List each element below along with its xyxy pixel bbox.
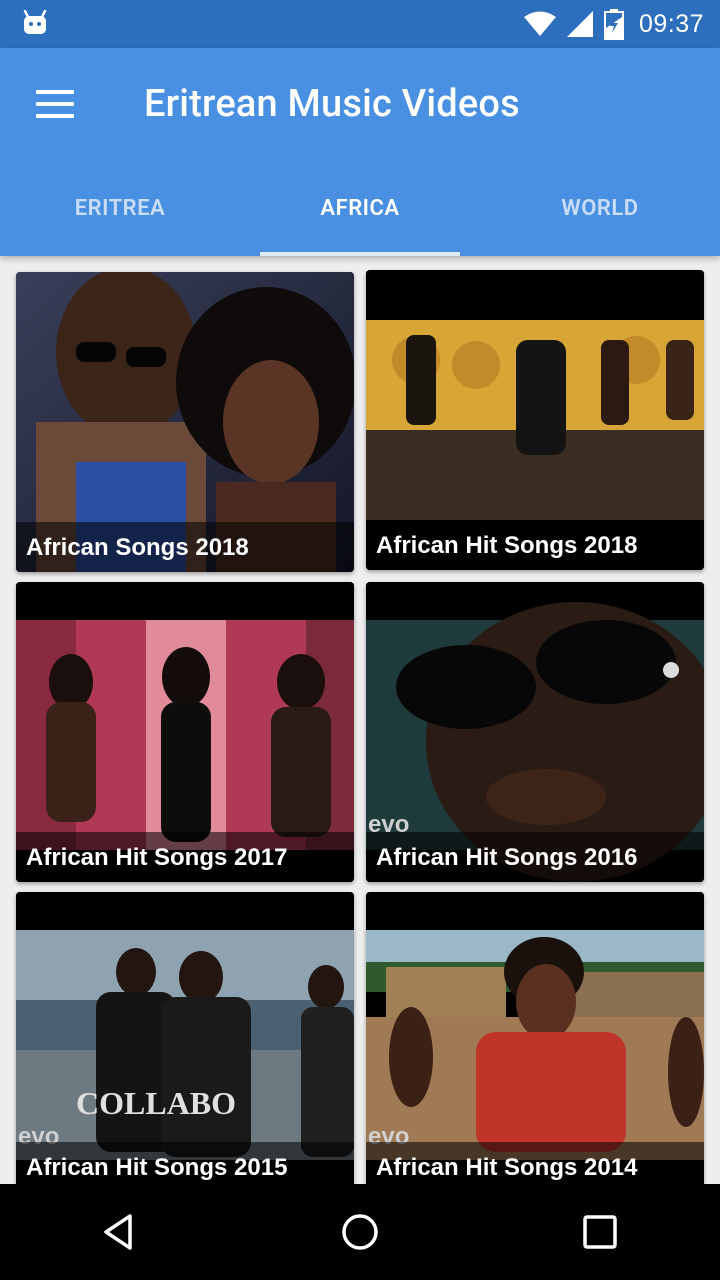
menu-button[interactable] — [24, 80, 88, 128]
android-icon — [23, 10, 47, 34]
video-card[interactable]: evo African Hit Songs 2016 — [366, 582, 704, 882]
app-bar: Eritrean Music Videos ERITREA AFRICA WOR… — [0, 48, 720, 256]
back-button[interactable] — [72, 1184, 168, 1280]
video-title: African Hit Songs 2015 — [16, 1142, 354, 1184]
video-grid: African Songs 2018 African Hit Songs 201… — [0, 256, 720, 1184]
video-thumbnail: evo — [366, 892, 704, 1184]
video-card[interactable]: evo African Hit Songs 2014 — [366, 892, 704, 1184]
status-icons: 09:37 — [523, 8, 704, 40]
signal-icon — [566, 11, 593, 37]
recents-icon — [583, 1215, 617, 1249]
home-button[interactable] — [312, 1184, 408, 1280]
svg-text:COLLABO: COLLABO — [76, 1085, 236, 1121]
video-title: African Hit Songs 2017 — [16, 832, 354, 882]
video-title: African Hit Songs 2014 — [366, 1142, 704, 1184]
navigation-bar — [0, 1184, 720, 1280]
wifi-icon — [523, 11, 556, 36]
video-thumbnail: COLLABO evo — [16, 892, 354, 1184]
menu-icon — [36, 102, 74, 106]
video-title: African Songs 2018 — [16, 522, 354, 572]
video-card[interactable]: African Songs 2018 — [16, 272, 354, 572]
video-card[interactable]: COLLABO evo African Hit Songs 2015 — [16, 892, 354, 1184]
clock: 09:37 — [638, 9, 704, 38]
video-title: African Hit Songs 2018 — [366, 520, 704, 570]
recents-button[interactable] — [552, 1184, 648, 1280]
video-title: African Hit Songs 2016 — [366, 832, 704, 882]
video-card[interactable]: African Hit Songs 2017 — [16, 582, 354, 882]
app-title: Eritrean Music Videos — [144, 82, 520, 126]
status-bar: 09:37 — [0, 0, 720, 48]
tab-africa[interactable]: AFRICA — [240, 160, 480, 256]
home-icon — [342, 1214, 378, 1250]
battery-icon — [603, 9, 624, 40]
back-icon — [104, 1214, 132, 1250]
menu-icon — [36, 90, 74, 94]
tab-bar: ERITREA AFRICA WORLD — [0, 160, 720, 256]
menu-icon — [36, 114, 74, 118]
tab-eritrea[interactable]: ERITREA — [0, 160, 240, 256]
tab-world[interactable]: WORLD — [480, 160, 720, 256]
video-card[interactable]: African Hit Songs 2018 — [366, 270, 704, 570]
